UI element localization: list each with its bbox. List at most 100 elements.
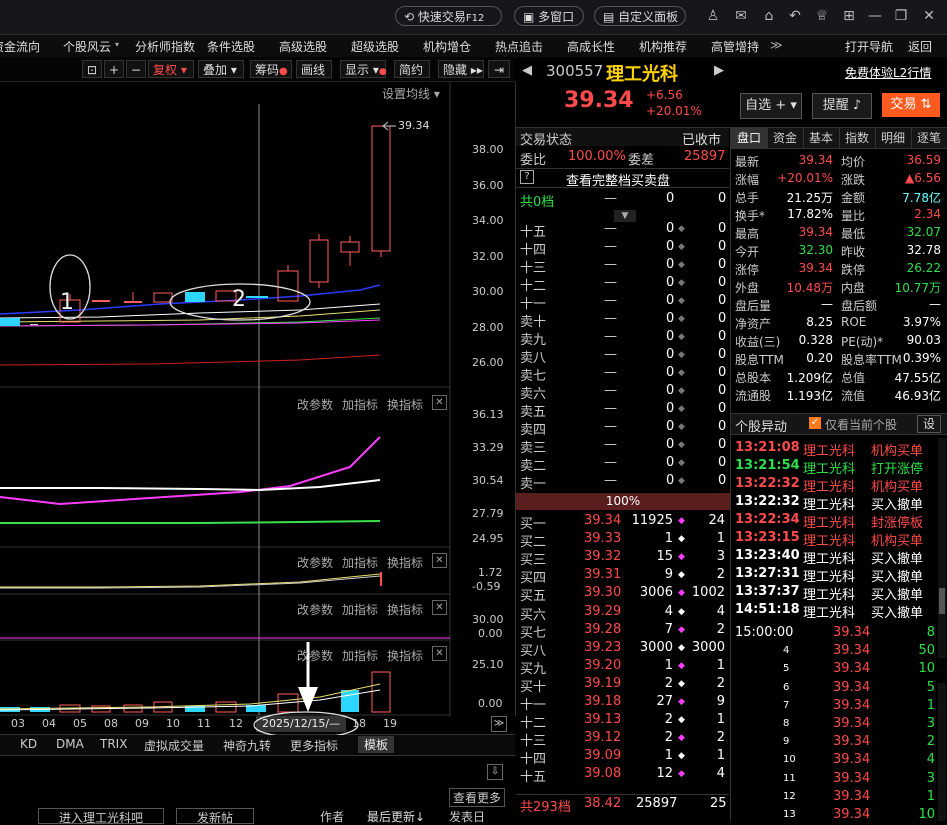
full-book-button[interactable]: ? 查看完整档买卖盘 — [516, 168, 729, 189]
bid-level-row[interactable]: 十四 39.09 1 ◆ 1 — [516, 747, 729, 767]
switch-indicator-button[interactable]: 换指标 — [387, 554, 423, 571]
more-menu-icon[interactable]: ≫ — [770, 38, 783, 52]
menu-item-advanced-select[interactable]: 高级选股 — [279, 38, 327, 55]
menu-item-high-growth[interactable]: 高成长性 — [567, 38, 615, 55]
ask-level-row[interactable]: 卖六 —0 ◆ 0 — [516, 382, 729, 402]
user-icon[interactable]: ♙ — [704, 7, 722, 25]
bid-level-row[interactable]: 十三 39.12 2 ◆ 2 — [516, 729, 729, 749]
alerts-settings-button[interactable]: 设 — [917, 415, 941, 433]
chips-button[interactable]: 筹码● — [250, 60, 292, 78]
tab-zhishu[interactable]: 指数 — [839, 128, 876, 148]
bid-level-row[interactable]: 买五 39.30 3006 ◆ 1002 — [516, 584, 729, 604]
download-icon[interactable]: ⇩ — [487, 764, 503, 780]
tab-trix[interactable]: TRIX — [100, 737, 127, 751]
multi-window-button[interactable]: ▣ 多窗口 — [514, 6, 584, 26]
ask-level-row[interactable]: 卖七 —0 ◆ 0 — [516, 364, 729, 384]
menu-item-analyst-index[interactable]: 分析师指数 — [135, 38, 195, 55]
home-icon[interactable]: ⌂ — [760, 7, 778, 25]
new-post-button[interactable]: 发新帖 — [176, 808, 255, 824]
back-icon[interactable]: ↶ — [786, 7, 804, 25]
menu-item-stock-news[interactable]: 个股风云 — [63, 38, 111, 55]
ask-level-row[interactable]: 卖十 —0 ◆ 0 — [516, 310, 729, 330]
mail-icon[interactable]: ✉ — [732, 7, 750, 25]
alert-row[interactable]: 14:51:18 理工光科 买入撤单 — [731, 601, 945, 621]
ask-level-row[interactable]: 十三 —0 ◆ 0 — [516, 256, 729, 276]
enter-forum-button[interactable]: 进入理工光科吧 — [38, 808, 165, 824]
tab-kd[interactable]: KD — [20, 737, 37, 751]
see-more-button[interactable]: 查看更多 — [449, 788, 506, 807]
alert-row[interactable]: 13:22:32 理工光科 机构买单 — [731, 475, 945, 495]
add-indicator-button[interactable]: 加指标 — [342, 396, 378, 413]
alert-row[interactable]: 13:37:37 理工光科 买入撤单 — [731, 583, 945, 603]
ask-level-row[interactable]: 卖五 —0 ◆ 0 — [516, 400, 729, 420]
menu-item-condition-select[interactable]: 条件选股 — [207, 38, 255, 55]
alert-button[interactable]: 提醒 ♪ — [812, 93, 872, 119]
kline-chart-area[interactable]: 设置均线 ▾ 39.34 1 2 38.00 36.00 34.00 32.00… — [0, 82, 516, 716]
fuquan-button[interactable]: 复权 ▾ — [148, 60, 194, 78]
close-icon[interactable]: ✕ — [920, 7, 938, 25]
simple-button[interactable]: 简约 — [394, 60, 430, 78]
post-date-column[interactable]: 发表日 — [449, 808, 485, 825]
draw-line-button[interactable]: 画线 — [296, 60, 332, 78]
alert-row[interactable]: 13:23:40 理工光科 买入撤单 — [731, 547, 945, 567]
ask-level-row[interactable]: 十一 —0 ◆ 0 — [516, 292, 729, 312]
ask-level-row[interactable]: 十二 —0 ◆ 0 — [516, 274, 729, 294]
add-indicator-button[interactable]: 加指标 — [342, 647, 378, 664]
tab-template[interactable]: 模板 — [358, 736, 395, 753]
custom-panel-button[interactable]: ▤ 自定义面板 — [594, 6, 686, 26]
tab-more-indicators[interactable]: 更多指标 — [290, 737, 338, 754]
quick-trade-button[interactable]: ⟲ 快速交易F12 — [395, 6, 502, 26]
bid-level-row[interactable]: 十五 39.08 12 ◆ 4 — [516, 765, 729, 785]
close-panel-icon[interactable]: ✕ — [432, 395, 447, 410]
minimize-icon[interactable]: — — [866, 7, 884, 25]
bid-level-row[interactable]: 买四 39.31 9 ◆ 2 — [516, 566, 729, 586]
bid-level-row[interactable]: 买七 39.28 7 ◆ 2 — [516, 621, 729, 641]
menu-item-institution-recommend[interactable]: 机构推荐 — [639, 38, 687, 55]
trade-button[interactable]: 交易 ⇅ — [882, 93, 940, 117]
close-panel-icon[interactable]: ✕ — [432, 600, 447, 615]
bid-level-row[interactable]: 十二 39.13 2 ◆ 1 — [516, 711, 729, 731]
alert-row[interactable]: 13:27:31 理工光科 买入撤单 — [731, 565, 945, 585]
display-button[interactable]: 显示 ▾● — [340, 60, 387, 78]
bid-level-row[interactable]: 买三 39.32 15 ◆ 3 — [516, 548, 729, 568]
prev-stock-icon[interactable]: ◀ — [522, 63, 532, 78]
switch-indicator-button[interactable]: 换指标 — [387, 647, 423, 664]
zoom-out-icon[interactable]: − — [126, 60, 146, 78]
ask-level-row[interactable]: 卖四 —0 ◆ 0 — [516, 418, 729, 438]
ticks-scrollbar[interactable] — [938, 683, 946, 821]
alert-row[interactable]: 13:23:15 理工光科 机构买单 — [731, 529, 945, 549]
close-panel-icon[interactable]: ✕ — [432, 553, 447, 568]
add-indicator-button[interactable]: 加指标 — [342, 601, 378, 618]
switch-indicator-button[interactable]: 换指标 — [387, 396, 423, 413]
change-params-button[interactable]: 改参数 — [297, 396, 333, 413]
bid-level-row[interactable]: 买十 39.19 2 ◆ 2 — [516, 675, 729, 695]
alert-row[interactable]: 13:21:54 理工光科 打开涨停 — [731, 457, 945, 477]
tab-jiben[interactable]: 基本 — [803, 128, 840, 148]
menu-item-institution-add[interactable]: 机构增仓 — [423, 38, 471, 55]
ask-level-row[interactable]: 十五 —0 ◆ 0 — [516, 220, 729, 240]
scroll-thumb[interactable] — [939, 588, 945, 614]
alert-row[interactable]: 13:22:32 理工光科 买入撤单 — [731, 493, 945, 513]
grid-icon[interactable]: ⊞ — [840, 7, 858, 25]
bid-level-row[interactable]: 买六 39.29 4 ◆ 4 — [516, 603, 729, 623]
change-params-button[interactable]: 改参数 — [297, 601, 333, 618]
close-panel-icon[interactable]: ✕ — [432, 646, 447, 661]
shirt-icon[interactable]: ♕ — [813, 7, 831, 25]
ma-settings-button[interactable]: 设置均线 ▾ — [382, 85, 440, 102]
ask-level-row[interactable]: 卖九 —0 ◆ 0 — [516, 328, 729, 348]
ask-level-row[interactable]: 十四 —0 ◆ 0 — [516, 238, 729, 258]
tab-pankou[interactable]: 盘口 — [731, 128, 768, 148]
ask-level-row[interactable]: 卖一 —0 ◆ 0 — [516, 472, 729, 492]
change-params-button[interactable]: 改参数 — [297, 554, 333, 571]
change-params-button[interactable]: 改参数 — [297, 647, 333, 664]
free-l2-link[interactable]: 免费体验L2行情 — [845, 64, 931, 81]
open-navigation-link[interactable]: 打开导航 — [845, 38, 893, 55]
zoom-in-icon[interactable]: + — [104, 60, 124, 78]
menu-item-super-select[interactable]: 超级选股 — [351, 38, 399, 55]
bid-level-row[interactable]: 买二 39.33 1 ◆ 1 — [516, 530, 729, 550]
only-current-checkbox[interactable]: ✓ — [809, 417, 821, 429]
tab-virtual-volume[interactable]: 虚拟成交量 — [144, 737, 204, 754]
next-stock-icon[interactable]: ▶ — [714, 63, 724, 78]
alert-row[interactable]: 13:22:34 理工光科 封涨停板 — [731, 511, 945, 531]
tab-zhubi[interactable]: 逐笔 — [911, 128, 947, 148]
